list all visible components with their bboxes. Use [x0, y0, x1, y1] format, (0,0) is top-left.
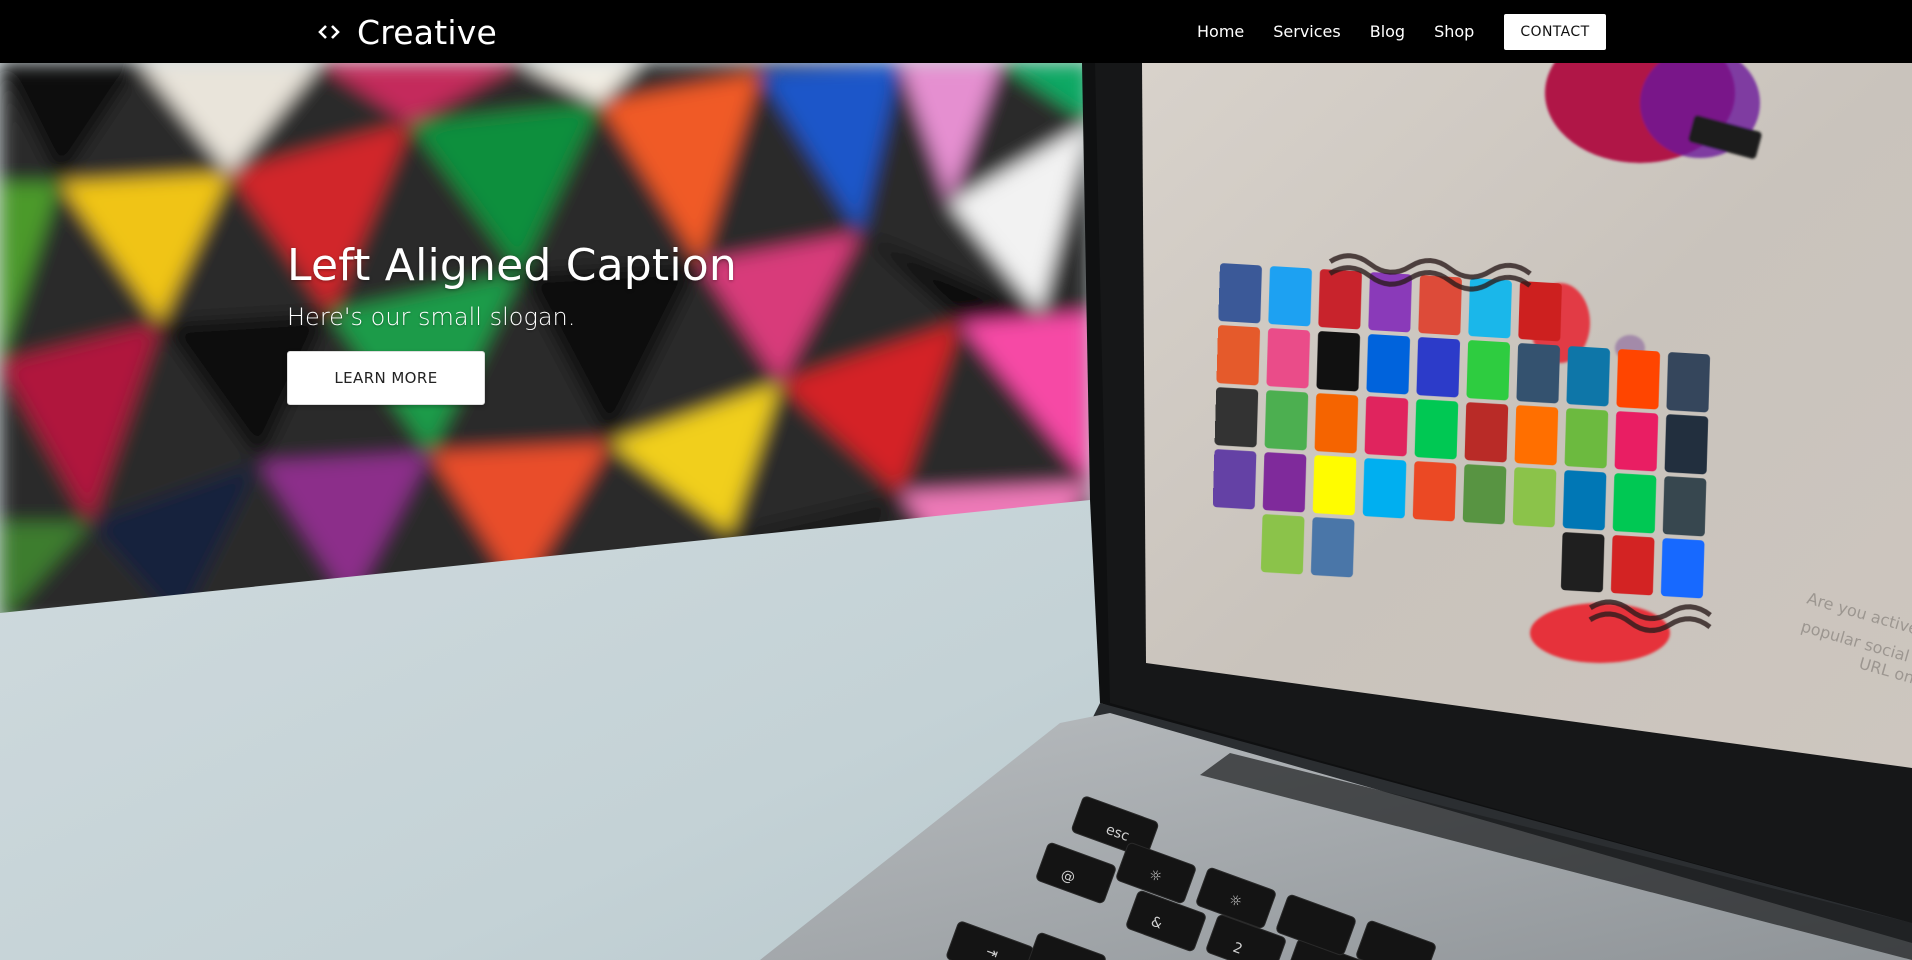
hero-background-image: Are you active popular social URL on esc… [0, 63, 1912, 960]
nav-link-home[interactable]: Home [1197, 14, 1244, 50]
code-brackets-icon [318, 25, 340, 39]
hero-section: Are you active popular social URL on esc… [0, 63, 1912, 960]
brand-link[interactable]: Creative [317, 10, 497, 54]
learn-more-button[interactable]: LEARN MORE [287, 351, 485, 405]
main-nav: Home Services Blog Shop CONTACT [1197, 14, 1606, 50]
brand-name: Creative [357, 12, 497, 52]
contact-button[interactable]: CONTACT [1504, 14, 1606, 50]
nav-link-blog[interactable]: Blog [1370, 14, 1405, 50]
hero-title: Left Aligned Caption [287, 240, 738, 291]
navbar: Creative Home Services Blog Shop CONTACT [0, 0, 1912, 63]
hero-caption: Left Aligned Caption Here's our small sl… [287, 240, 737, 405]
nav-link-shop[interactable]: Shop [1434, 14, 1474, 50]
hero-subtitle: Here's our small slogan. [287, 303, 576, 331]
nav-link-services[interactable]: Services [1273, 14, 1340, 50]
